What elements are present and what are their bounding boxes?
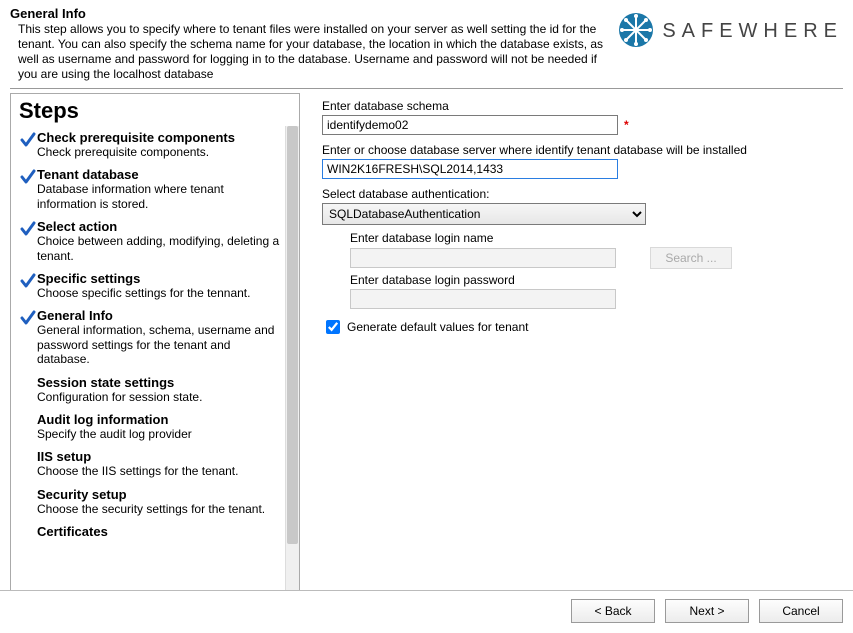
step-description: Check prerequisite components. [37, 145, 285, 159]
check-icon [19, 130, 37, 152]
check-icon [19, 271, 37, 293]
next-button[interactable]: Next > [665, 599, 749, 623]
server-label: Enter or choose database server where id… [322, 143, 837, 157]
generate-defaults-checkbox[interactable] [326, 320, 340, 334]
step-description: Choice between adding, modifying, deleti… [37, 234, 285, 263]
form-panel: Enter database schema * Enter or choose … [300, 93, 843, 586]
step-title: Certificates [37, 524, 285, 539]
login-name-input[interactable] [350, 248, 616, 268]
step-description: Choose specific settings for the tennant… [37, 286, 285, 300]
login-pass-label: Enter database login password [350, 273, 837, 287]
page-title: General Info [10, 6, 610, 21]
brand-name: SAFEWHERE [662, 20, 843, 43]
generate-defaults-label[interactable]: Generate default values for tenant [347, 320, 528, 334]
cancel-button[interactable]: Cancel [759, 599, 843, 623]
check-icon [19, 167, 37, 189]
brand-icon [618, 12, 654, 51]
step-item[interactable]: General InfoGeneral information, schema,… [19, 308, 285, 366]
step-description: General information, schema, username an… [37, 323, 285, 366]
wizard-header: General Info This step allows you to spe… [0, 0, 853, 86]
search-button[interactable]: Search ... [650, 247, 732, 269]
steps-scrollbar[interactable] [285, 126, 299, 590]
step-title: Audit log information [37, 412, 285, 427]
step-title: Tenant database [37, 167, 285, 182]
step-description: Choose the security settings for the ten… [37, 502, 285, 516]
check-icon [19, 449, 37, 450]
schema-label: Enter database schema [322, 99, 837, 113]
schema-input[interactable] [322, 115, 618, 135]
check-icon [19, 219, 37, 241]
step-title: IIS setup [37, 449, 285, 464]
brand-logo: SAFEWHERE [618, 6, 843, 51]
step-title: Session state settings [37, 375, 285, 390]
page-description: This step allows you to specify where to… [10, 22, 610, 82]
step-description: Configuration for session state. [37, 390, 285, 404]
step-title: Check prerequisite components [37, 130, 285, 145]
step-title: Select action [37, 219, 285, 234]
login-password-input[interactable] [350, 289, 616, 309]
steps-panel: Steps Check prerequisite componentsCheck… [10, 93, 300, 590]
step-item[interactable]: Security setupChoose the security settin… [19, 487, 285, 516]
step-item[interactable]: Check prerequisite componentsCheck prere… [19, 130, 285, 159]
required-icon: * [624, 118, 629, 132]
step-item[interactable]: Specific settingsChoose specific setting… [19, 271, 285, 300]
step-item[interactable]: Audit log informationSpecify the audit l… [19, 412, 285, 441]
steps-heading: Steps [11, 94, 299, 130]
check-icon [19, 308, 37, 330]
wizard-footer: < Back Next > Cancel [0, 590, 853, 633]
auth-select[interactable]: SQLDatabaseAuthentication [322, 203, 646, 225]
login-name-label: Enter database login name [350, 231, 837, 245]
step-item[interactable]: Select actionChoice between adding, modi… [19, 219, 285, 263]
back-button[interactable]: < Back [571, 599, 655, 623]
divider [10, 88, 843, 89]
check-icon [19, 524, 37, 525]
step-item[interactable]: IIS setupChoose the IIS settings for the… [19, 449, 285, 478]
check-icon [19, 487, 37, 488]
step-description: Choose the IIS settings for the tenant. [37, 464, 285, 478]
step-title: Security setup [37, 487, 285, 502]
step-title: Specific settings [37, 271, 285, 286]
step-item[interactable]: Certificates [19, 524, 285, 539]
step-item[interactable]: Tenant databaseDatabase information wher… [19, 167, 285, 211]
auth-label: Select database authentication: [322, 187, 837, 201]
step-description: Database information where tenant inform… [37, 182, 285, 211]
step-title: General Info [37, 308, 285, 323]
server-input[interactable] [322, 159, 618, 179]
step-item[interactable]: Session state settingsConfiguration for … [19, 375, 285, 404]
check-icon [19, 412, 37, 413]
check-icon [19, 375, 37, 376]
step-description: Specify the audit log provider [37, 427, 285, 441]
